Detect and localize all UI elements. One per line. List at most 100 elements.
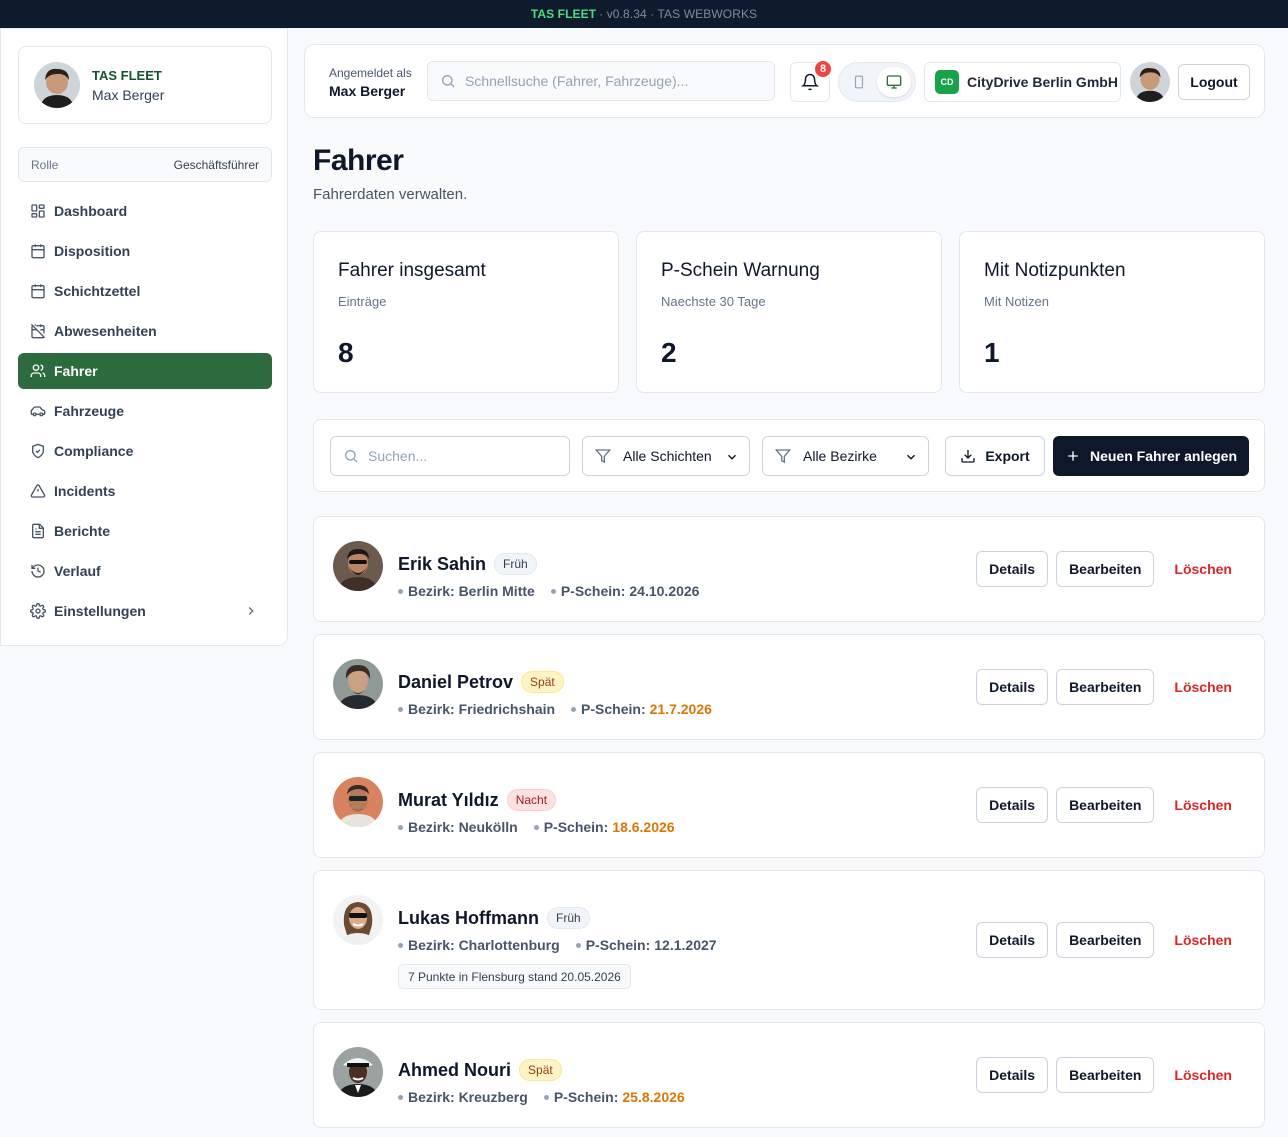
role-indicator: Rolle Geschäftsführer xyxy=(18,147,272,182)
details-button[interactable]: Details xyxy=(976,1057,1049,1093)
sidebar-item-label: Compliance xyxy=(54,443,134,459)
driver-name: Daniel Petrov xyxy=(398,672,514,692)
sidebar-item-label: Berichte xyxy=(54,523,111,539)
plus-icon xyxy=(1065,448,1081,464)
car-icon xyxy=(30,403,46,419)
edit-button[interactable]: Bearbeiten xyxy=(1056,669,1155,705)
sidebar-item-incidents[interactable]: Incidents xyxy=(18,473,272,509)
sidebar-item-fahrzeuge[interactable]: Fahrzeuge xyxy=(18,393,272,429)
shift-badge: Spät xyxy=(519,1059,562,1081)
driver-avatar xyxy=(333,659,383,709)
app-version: · v0.8.34 · TAS WEBWORKS xyxy=(599,7,758,21)
delete-button[interactable]: Löschen xyxy=(1154,1057,1248,1093)
sidebar-item-label: Verlauf xyxy=(54,563,101,579)
pschein-label: P-Schein: xyxy=(581,701,646,717)
sidebar-app-name: TAS FLEET xyxy=(92,67,162,83)
pschein-date-warning: 21.7.2026 xyxy=(649,701,712,717)
search-icon xyxy=(440,73,456,89)
pschein-date-warning: 25.8.2026 xyxy=(622,1089,685,1105)
shift-filter-value: Alle Schichten xyxy=(623,448,712,464)
history-icon xyxy=(30,563,46,579)
calendar-icon xyxy=(30,243,46,259)
driver-name-row: Murat Yıldız Nacht xyxy=(398,789,557,811)
driver-name-row: Erik Sahin Früh xyxy=(398,553,537,575)
driver-district: Bezirk: Berlin Mitte xyxy=(408,583,535,599)
desktop-view-button[interactable] xyxy=(877,67,911,97)
sidebar-item-einstellungen[interactable]: Einstellungen xyxy=(18,593,272,629)
delete-button[interactable]: Löschen xyxy=(1154,787,1248,823)
download-icon xyxy=(960,448,976,464)
district-filter-select[interactable]: Alle Bezirke xyxy=(762,436,929,476)
sidebar-item-fahrer[interactable]: Fahrer xyxy=(18,353,272,389)
sidebar-item-compliance[interactable]: Compliance xyxy=(18,433,272,469)
details-button[interactable]: Details xyxy=(976,669,1049,705)
header-avatar[interactable] xyxy=(1130,62,1170,102)
delete-button[interactable]: Löschen xyxy=(1154,551,1248,587)
sidebar-item-disposition[interactable]: Disposition xyxy=(18,233,272,269)
driver-name: Erik Sahin xyxy=(398,554,487,574)
sidebar-user-name: Max Berger xyxy=(92,86,165,103)
mobile-view-button[interactable] xyxy=(844,68,874,96)
sidebar-item-dashboard[interactable]: Dashboard xyxy=(18,193,272,229)
details-button[interactable]: Details xyxy=(976,787,1049,823)
edit-button[interactable]: Bearbeiten xyxy=(1056,787,1155,823)
driver-meta: Bezirk: Neukölln P-Schein: 18.6.2026 xyxy=(398,819,691,835)
driver-avatar xyxy=(333,1047,383,1097)
delete-button[interactable]: Löschen xyxy=(1154,669,1248,705)
alert-triangle-icon xyxy=(30,483,46,499)
filter-bar: Alle Schichten Alle Bezirke Export Neuen… xyxy=(313,419,1265,492)
pschein-label: P-Schein: xyxy=(560,583,626,599)
export-button[interactable]: Export xyxy=(945,436,1045,476)
driver-card: Erik Sahin Früh Bezirk: Berlin Mitte P-Sc… xyxy=(313,516,1265,622)
logout-button[interactable]: Logout xyxy=(1178,64,1250,100)
quick-search xyxy=(427,61,775,101)
stat-title: P-Schein Warnung xyxy=(661,260,820,281)
driver-name: Ahmed Nouri xyxy=(398,1060,512,1080)
driver-search-input[interactable] xyxy=(368,448,568,464)
delete-button[interactable]: Löschen xyxy=(1154,922,1248,958)
sidebar-item-verlauf[interactable]: Verlauf xyxy=(18,553,272,589)
shift-badge: Nacht xyxy=(506,789,557,811)
sidebar-profile-card: TAS FLEET Max Berger xyxy=(18,46,272,124)
quick-search-input[interactable] xyxy=(465,73,765,89)
shift-badge: Spät xyxy=(521,671,564,693)
shift-filter-select[interactable]: Alle Schichten xyxy=(582,436,750,476)
pschein-date: 12.1.2027 xyxy=(654,937,717,953)
edit-button[interactable]: Bearbeiten xyxy=(1056,922,1155,958)
filter-icon xyxy=(775,448,791,464)
driver-district: Bezirk: Neukölln xyxy=(408,819,518,835)
driver-meta: Bezirk: Friedrichshain P-Schein: 21.7.202… xyxy=(398,701,728,717)
filter-icon xyxy=(595,448,611,464)
stat-value: 2 xyxy=(661,337,677,368)
driver-search xyxy=(330,436,570,476)
details-button[interactable]: Details xyxy=(976,922,1049,958)
edit-button[interactable]: Bearbeiten xyxy=(1056,551,1155,587)
chevron-right-icon xyxy=(244,604,258,618)
sidebar-item-abwesenheiten[interactable]: Abwesenheiten xyxy=(18,313,272,349)
stat-value: 1 xyxy=(984,337,1000,368)
app-brand: TAS FLEET xyxy=(530,7,597,21)
layout-grid-icon xyxy=(30,203,46,219)
add-driver-label: Neuen Fahrer anlegen xyxy=(1089,448,1238,464)
driver-card: Lukas Hoffmann Früh Bezirk: Charlottenbur… xyxy=(313,870,1265,1010)
driver-avatar xyxy=(333,777,383,827)
monitor-icon xyxy=(886,74,902,90)
add-driver-button[interactable]: Neuen Fahrer anlegen xyxy=(1053,436,1249,476)
driver-avatar xyxy=(333,541,383,591)
role-value: Geschäftsführer xyxy=(173,157,259,172)
driver-meta: Bezirk: Berlin Mitte P-Schein: 24.10.2026 xyxy=(398,583,715,599)
details-button[interactable]: Details xyxy=(976,551,1049,587)
pschein-label: P-Schein: xyxy=(543,819,609,835)
stat-value: 8 xyxy=(338,337,354,368)
sidebar-item-label: Fahrzeuge xyxy=(54,403,125,419)
stat-card-notes: Mit Notizpunkten Mit Notizen 1 xyxy=(959,231,1265,393)
sidebar-item-schichtzettel[interactable]: Schichtzettel xyxy=(18,273,272,309)
chevron-down-icon xyxy=(725,450,739,464)
settings-icon xyxy=(30,603,46,619)
sidebar-item-berichte[interactable]: Berichte xyxy=(18,513,272,549)
driver-name: Murat Yıldız xyxy=(398,790,499,810)
company-switcher[interactable]: CD CityDrive Berlin GmbH xyxy=(924,62,1121,102)
notifications-count-badge: 8 xyxy=(813,59,833,79)
edit-button[interactable]: Bearbeiten xyxy=(1056,1057,1155,1093)
driver-card: Murat Yıldız Nacht Bezirk: Neukölln P-Sch… xyxy=(313,752,1265,858)
